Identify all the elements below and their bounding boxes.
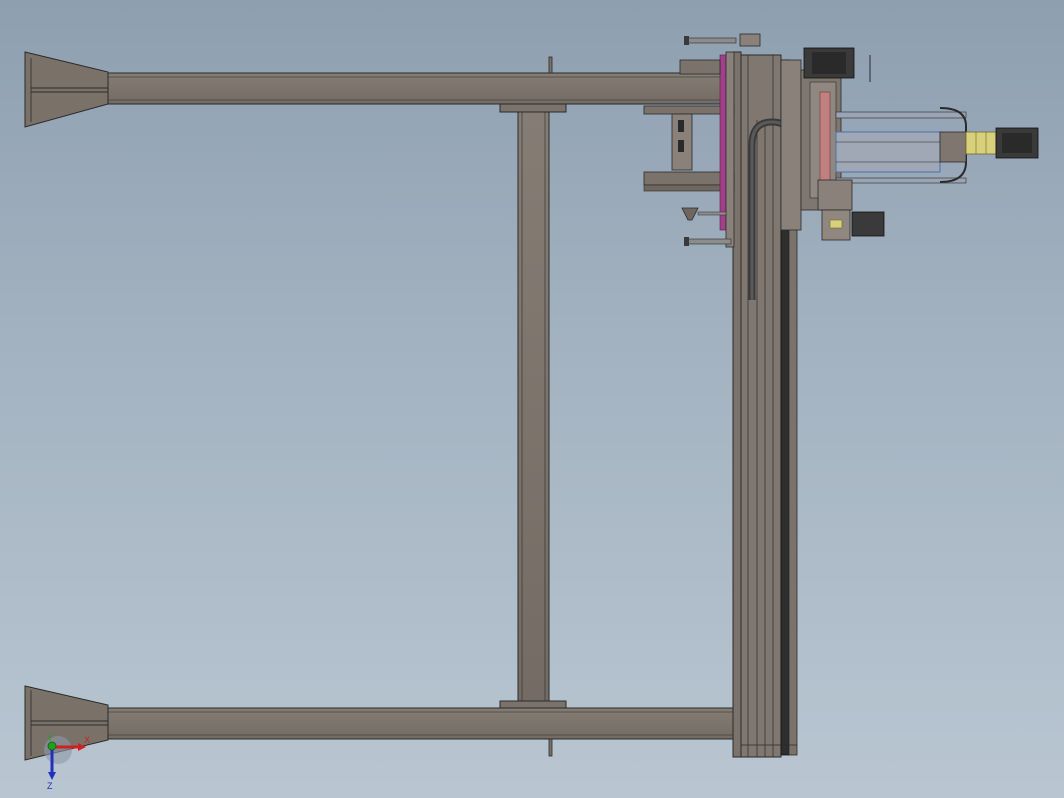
y-axis-dot: [47, 741, 57, 751]
right-motor[interactable]: [995, 127, 1039, 159]
z-axis-label: Z: [47, 781, 53, 791]
x-axis-label: X: [84, 735, 90, 745]
y-axis-label: Y: [47, 733, 53, 743]
center-column[interactable]: [499, 103, 567, 709]
threaded-rod-top: [684, 33, 761, 47]
top-beam[interactable]: [24, 51, 737, 128]
threaded-rod-bottom: [684, 237, 732, 246]
top-motor[interactable]: [803, 47, 871, 82]
cad-viewport[interactable]: X Y Z: [0, 0, 1064, 798]
horizontal-actuator[interactable]: [835, 107, 967, 184]
assembly-drawing: X Y Z: [24, 33, 1039, 791]
bottom-beam[interactable]: [24, 685, 737, 761]
suction-cup: [681, 207, 727, 221]
coupling: [965, 131, 997, 155]
lower-motor[interactable]: [817, 179, 885, 241]
coordinate-triad[interactable]: X Y Z: [44, 733, 90, 791]
